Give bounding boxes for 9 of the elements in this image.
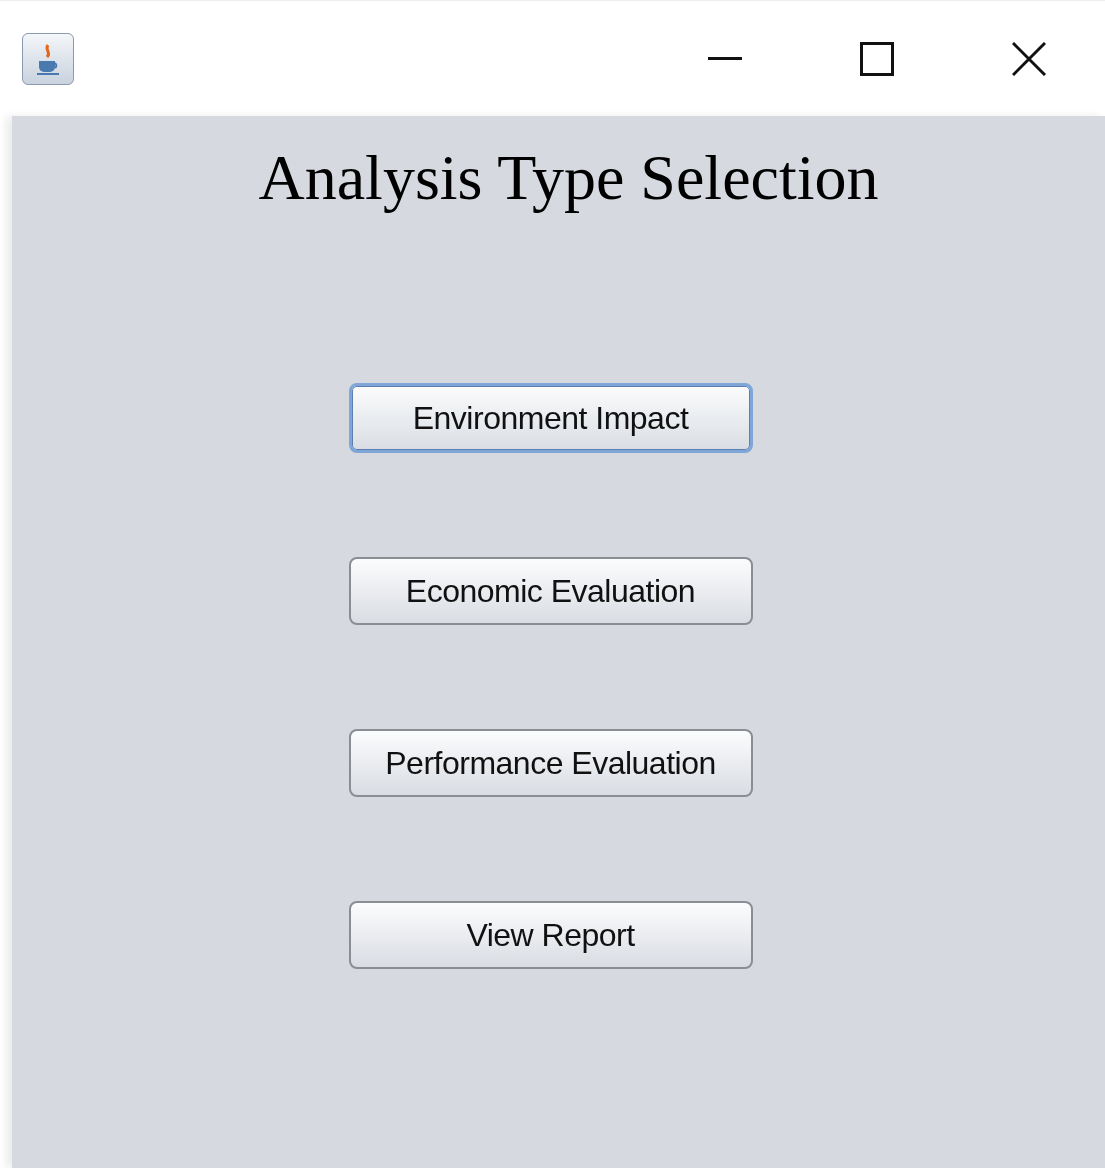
window-heading: Analysis Type Selection <box>258 141 879 215</box>
analysis-button[interactable]: Performance Evaluation <box>348 729 753 797</box>
analysis-button[interactable]: Economic Evaluation <box>348 557 753 625</box>
minimize-icon[interactable] <box>708 56 742 61</box>
app-icon[interactable] <box>22 32 74 85</box>
maximize-icon[interactable] <box>860 41 894 76</box>
close-icon[interactable] <box>1012 41 1046 76</box>
analysis-button[interactable]: View Report <box>348 901 753 969</box>
analysis-button[interactable]: Environment Impact <box>348 383 753 453</box>
